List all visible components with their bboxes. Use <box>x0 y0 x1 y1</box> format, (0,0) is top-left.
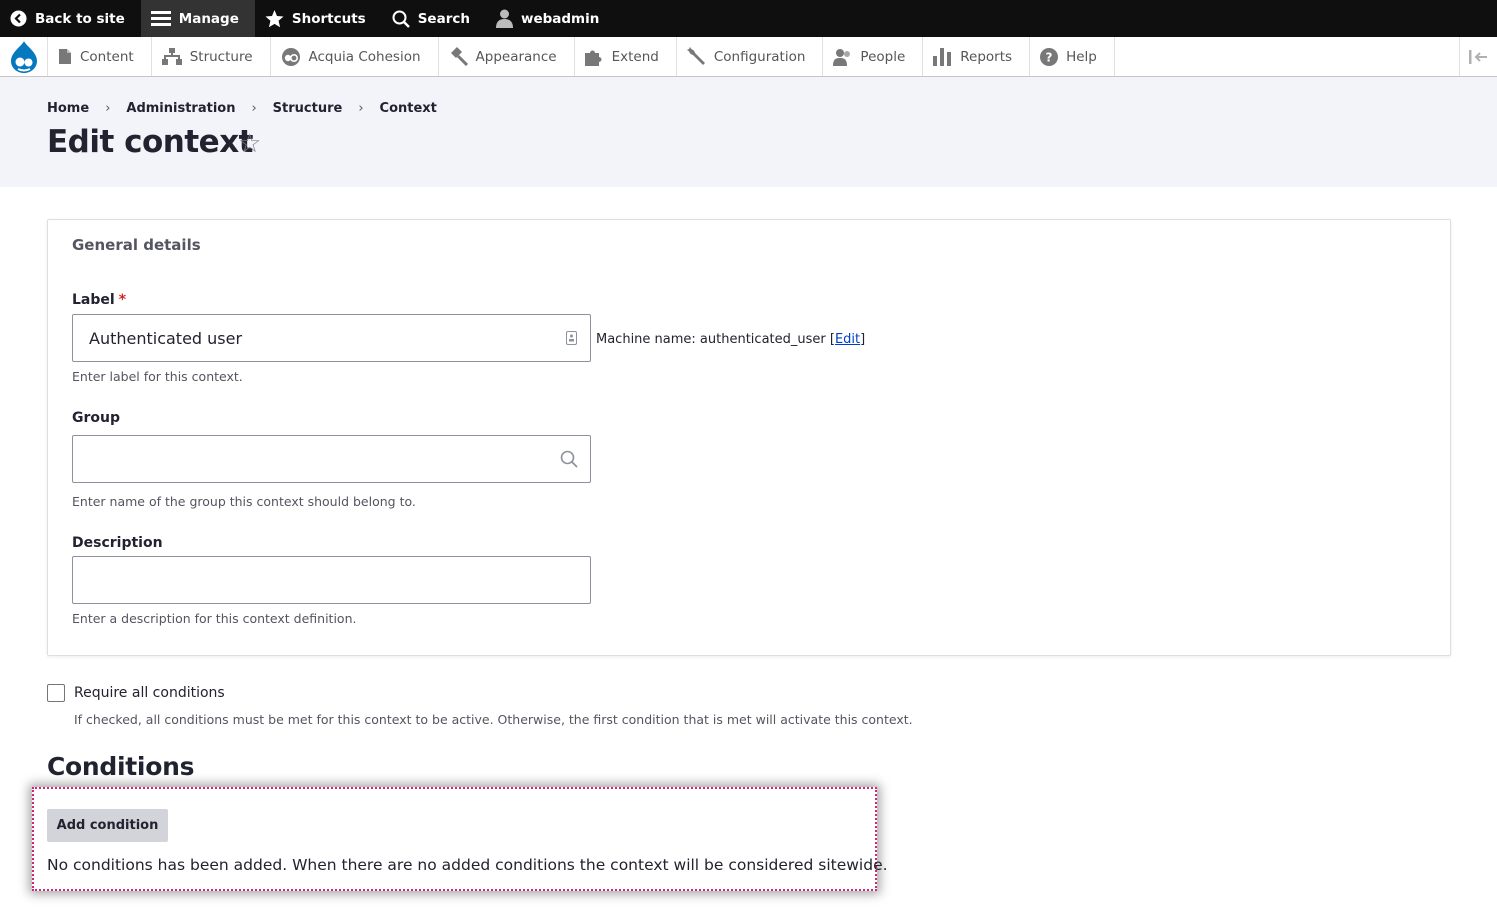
star-icon <box>265 9 284 27</box>
tray-label-acquia-cohesion: Acquia Cohesion <box>308 48 421 65</box>
page-title: Edit context <box>47 124 254 160</box>
tray-item-extend[interactable]: Extend <box>575 37 677 76</box>
puzzle-icon <box>584 50 602 66</box>
breadcrumb-structure[interactable]: Structure <box>273 101 343 116</box>
conditions-highlight-box: Add condition No conditions has been add… <box>32 787 888 891</box>
back-to-site-label: Back to site <box>35 10 125 27</box>
tray-label-configuration: Configuration <box>713 48 806 65</box>
description-field-title: Description <box>72 535 163 551</box>
manage-label: Manage <box>178 10 239 27</box>
people-icon <box>833 48 851 66</box>
group-field-title: Group <box>72 410 121 426</box>
no-conditions-message: No conditions has been added. When there… <box>47 856 888 874</box>
cohesion-icon <box>281 47 300 66</box>
require-all-conditions-label[interactable]: Require all conditions <box>74 685 225 701</box>
hamburger-icon <box>150 11 171 26</box>
user-label: webadmin <box>520 10 600 27</box>
tray-label-structure: Structure <box>189 48 253 65</box>
tray-label-people: People <box>860 48 906 65</box>
label-input[interactable]: Authenticated user <box>72 314 591 362</box>
general-details-fieldset: General details Label * Authenticated use… <box>47 219 1451 656</box>
magnifier-icon <box>560 450 578 468</box>
paintbrush-icon <box>450 47 468 66</box>
label-description: Enter label for this context. <box>72 369 243 384</box>
drupal-drop-icon <box>10 40 37 73</box>
tray-item-structure[interactable]: Structure <box>152 37 271 76</box>
require-all-conditions-description: If checked, all conditions must be met f… <box>74 712 913 727</box>
back-arrow-icon <box>10 10 27 27</box>
add-condition-button[interactable]: Add condition <box>47 809 168 842</box>
tray-item-appearance[interactable]: Appearance <box>439 37 575 76</box>
svg-text:?: ? <box>1046 50 1053 64</box>
description-input[interactable] <box>72 556 591 604</box>
breadcrumb-separator: › <box>251 101 257 116</box>
document-icon <box>59 49 71 64</box>
description-help: Enter a description for this context def… <box>72 611 357 626</box>
label-input-value: Authenticated user <box>89 328 243 348</box>
breadcrumb-home[interactable]: Home <box>47 101 89 116</box>
back-to-site-link[interactable]: Back to site <box>0 0 141 37</box>
page-header: Home › Administration › Structure › Cont… <box>0 77 1497 187</box>
manage-tab[interactable]: Manage <box>140 0 255 37</box>
tray-orientation-toggle[interactable] <box>1459 37 1497 76</box>
tray-label-content: Content <box>80 48 134 65</box>
tray-label-extend: Extend <box>611 48 659 65</box>
search-tab[interactable]: Search <box>382 0 486 37</box>
breadcrumb-administration[interactable]: Administration <box>126 101 235 116</box>
tray-item-people[interactable]: People <box>823 37 924 76</box>
user-tab[interactable]: webadmin <box>486 0 615 37</box>
machine-name-text: Machine name: authenticated_user <box>596 332 826 347</box>
label-field-title: Label * <box>72 292 126 308</box>
search-label: Search <box>417 10 470 27</box>
conditions-heading: Conditions <box>47 752 195 781</box>
admin-menu-tray: Content Structure Acquia Cohesion Appear… <box>0 37 1497 77</box>
tray-item-content[interactable]: Content <box>48 37 152 76</box>
shortcuts-label: Shortcuts <box>291 10 366 27</box>
tray-label-appearance: Appearance <box>475 48 557 65</box>
user-icon <box>495 9 513 28</box>
add-shortcut-star-icon[interactable]: ☆ <box>238 129 261 159</box>
group-autocomplete-input[interactable] <box>72 435 591 483</box>
help-icon: ? <box>1040 47 1059 66</box>
sitemap-icon <box>161 48 182 65</box>
collapse-left-icon <box>1468 49 1487 64</box>
shortcuts-tab[interactable]: Shortcuts <box>255 0 382 37</box>
autofill-contact-icon <box>566 331 577 345</box>
tray-item-configuration[interactable]: Configuration <box>677 37 824 76</box>
search-icon <box>392 10 410 28</box>
machine-name: Machine name: authenticated_user [Edit] <box>596 332 866 347</box>
tray-item-reports[interactable]: Reports <box>923 37 1031 76</box>
fieldset-legend: General details <box>72 236 201 254</box>
require-all-conditions-checkbox[interactable] <box>47 684 65 702</box>
tray-item-acquia-cohesion[interactable]: Acquia Cohesion <box>271 37 439 76</box>
breadcrumb: Home › Administration › Structure › Cont… <box>47 101 437 116</box>
tray-label-reports: Reports <box>960 48 1013 65</box>
breadcrumb-context[interactable]: Context <box>380 101 437 116</box>
tray-label-help: Help <box>1066 48 1097 65</box>
breadcrumb-separator: › <box>358 101 364 116</box>
group-description: Enter name of the group this context sho… <box>72 494 416 509</box>
bar-chart-icon <box>933 47 952 66</box>
tray-item-help[interactable]: ? Help <box>1030 37 1115 76</box>
wrench-icon <box>686 47 705 65</box>
required-marker: * <box>118 292 127 308</box>
breadcrumb-separator: › <box>105 101 111 116</box>
machine-name-edit-link[interactable]: Edit <box>835 332 860 347</box>
label-field-title-text: Label <box>72 292 115 308</box>
admin-toolbar: Back to site Manage Shortcuts Search web… <box>0 0 1497 37</box>
drupal-logo[interactable] <box>0 37 48 76</box>
